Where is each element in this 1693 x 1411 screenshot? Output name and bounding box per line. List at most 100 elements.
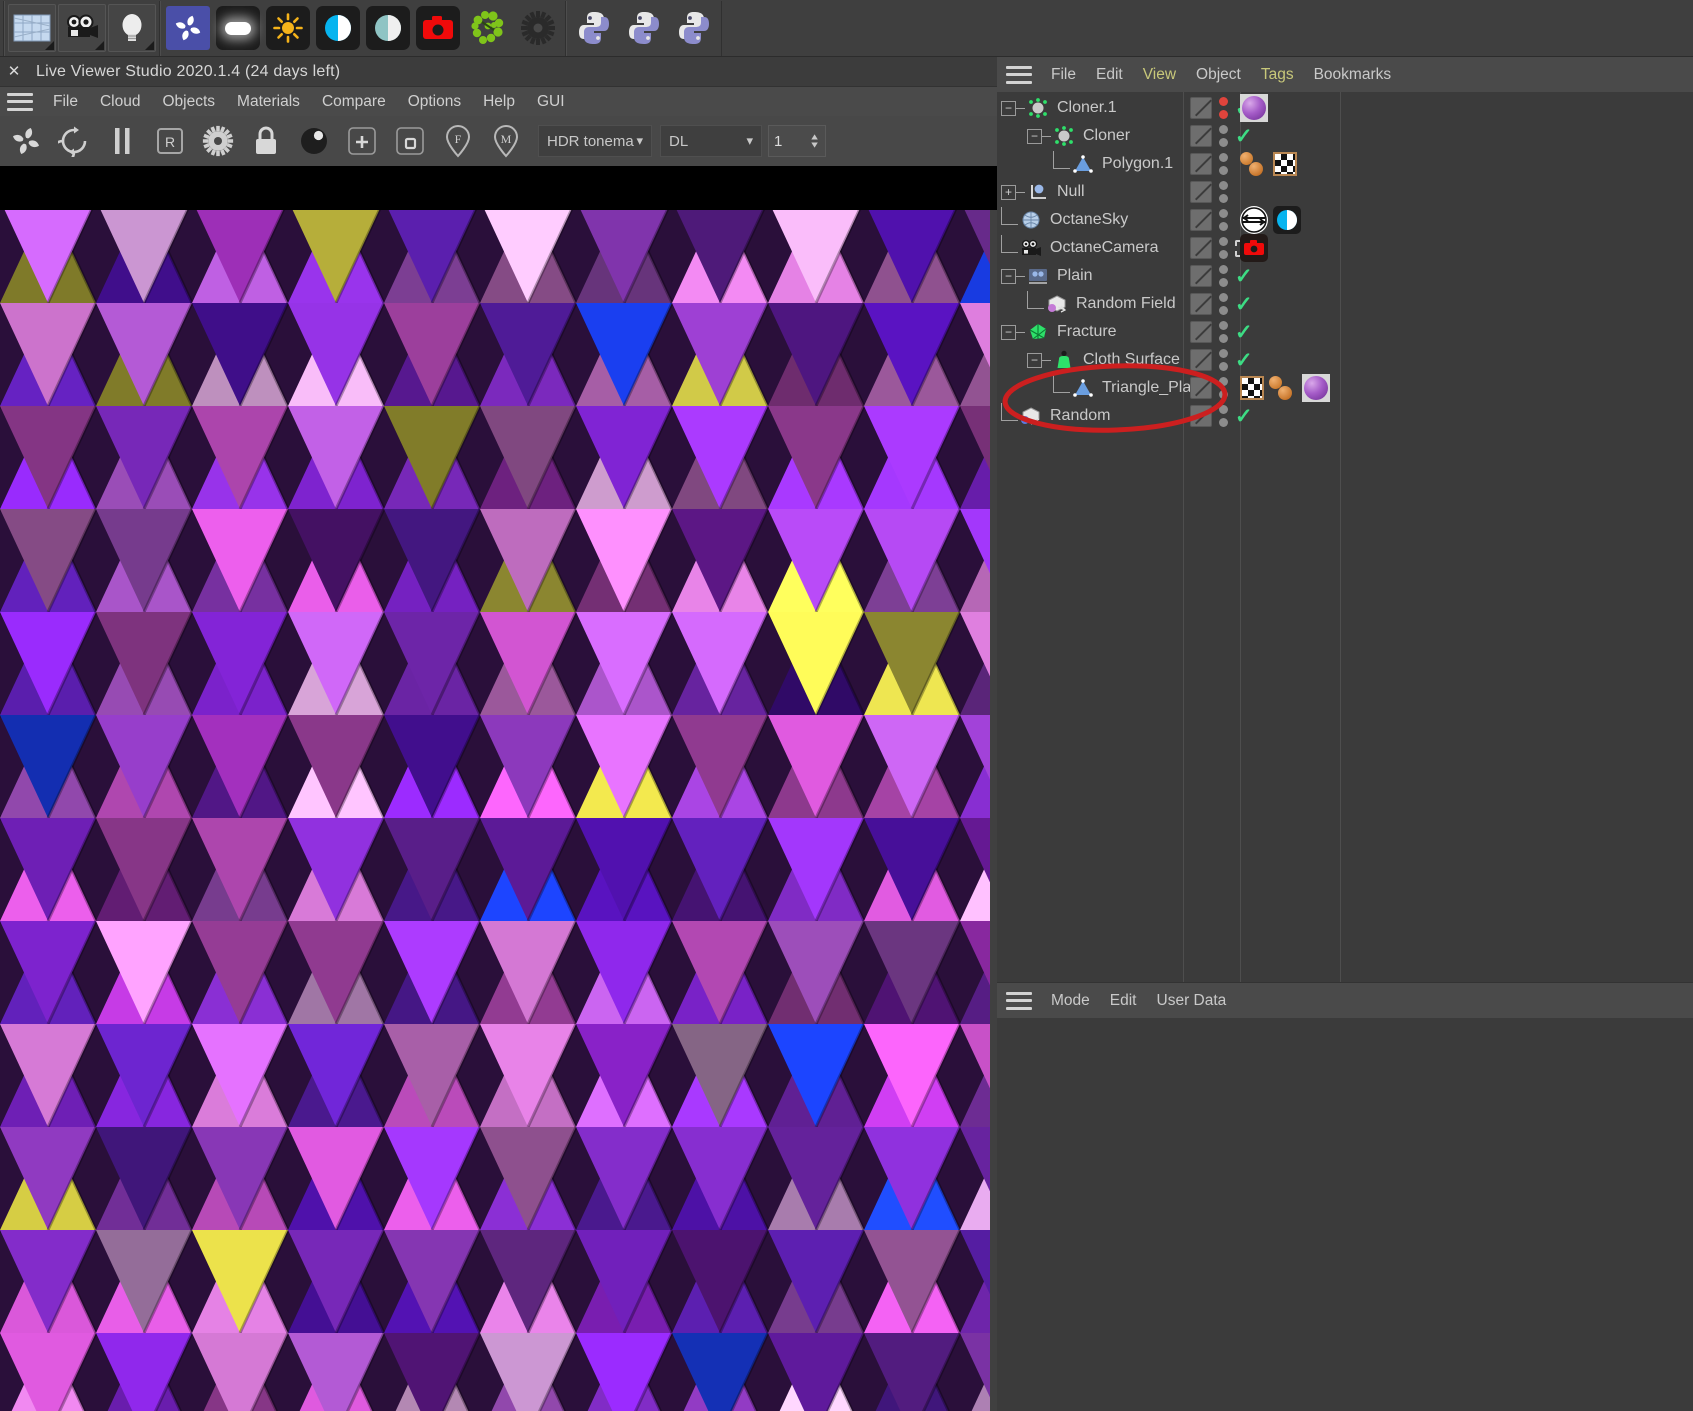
visibility-dot[interactable]: [1219, 250, 1228, 259]
om-menu-bookmarks[interactable]: Bookmarks: [1304, 66, 1402, 84]
layer-chip[interactable]: [1190, 349, 1212, 371]
python-script-1-icon[interactable]: [570, 4, 618, 52]
menu-objects[interactable]: Objects: [151, 93, 226, 111]
visibility-dots[interactable]: [1219, 97, 1228, 119]
visibility-dot[interactable]: [1219, 222, 1228, 231]
object-name-label[interactable]: OctaneCamera: [1044, 239, 1159, 257]
region-render-icon[interactable]: R: [146, 119, 194, 163]
visibility-dot[interactable]: [1219, 237, 1228, 246]
sphere-material-thumb[interactable]: [1302, 374, 1330, 402]
visibility-dot[interactable]: [1219, 349, 1228, 358]
light-bulb-icon[interactable]: [108, 4, 156, 52]
object-pick-icon[interactable]: [386, 119, 434, 163]
object-row[interactable]: − Cloner ✓: [997, 122, 1693, 150]
daylight-tag[interactable]: [1240, 206, 1268, 234]
object-row[interactable]: OctaneCamera: [997, 234, 1693, 262]
collapse-icon[interactable]: −: [1001, 100, 1016, 116]
layer-chip[interactable]: [1190, 377, 1212, 399]
am-menu-user-data[interactable]: User Data: [1147, 992, 1237, 1010]
visibility-dot[interactable]: [1219, 194, 1228, 203]
enabled-check-icon[interactable]: ✓: [1235, 266, 1253, 287]
python-script-2-icon[interactable]: [620, 4, 668, 52]
enabled-check-icon[interactable]: ✓: [1235, 126, 1253, 147]
visibility-dot[interactable]: [1219, 138, 1228, 147]
render-start-icon[interactable]: [2, 119, 50, 163]
visibility-dots[interactable]: [1219, 405, 1228, 427]
enabled-check-icon[interactable]: ✓: [1235, 294, 1253, 315]
tonemap-select[interactable]: HDR tonema ▾: [538, 125, 652, 157]
two-spheres-icon[interactable]: [1269, 375, 1297, 401]
visibility-dots[interactable]: [1219, 181, 1228, 203]
object-row[interactable]: −Cloner.1✓: [997, 94, 1693, 122]
visibility-dots[interactable]: [1219, 125, 1228, 147]
visibility-dots[interactable]: [1219, 321, 1228, 343]
camera-icon[interactable]: [58, 4, 106, 52]
object-row[interactable]: Random ✓: [997, 402, 1693, 430]
sphere-material-thumb[interactable]: [1240, 94, 1268, 122]
object-name-label[interactable]: Polygon.1: [1096, 155, 1173, 173]
focus-picker-icon[interactable]: F: [434, 119, 482, 163]
octane-hdri-env-icon[interactable]: [314, 4, 362, 52]
object-name-label[interactable]: Fracture: [1051, 323, 1117, 341]
hamburger-menu-icon[interactable]: [1006, 991, 1032, 1010]
visibility-dot[interactable]: [1219, 125, 1228, 134]
render-preview-triangular-wall[interactable]: [0, 210, 990, 1411]
menu-gui[interactable]: GUI: [526, 93, 576, 111]
lock-resolution-icon[interactable]: [242, 119, 290, 163]
octane-texture-env-icon[interactable]: [364, 4, 412, 52]
enabled-check-icon[interactable]: ✓: [1235, 406, 1253, 427]
collapse-icon[interactable]: −: [1027, 128, 1042, 144]
close-icon[interactable]: ✕: [6, 64, 22, 79]
collapse-icon[interactable]: −: [1001, 324, 1016, 340]
visibility-dot[interactable]: [1219, 390, 1228, 399]
visibility-dots[interactable]: [1219, 237, 1228, 259]
stepper-arrows-icon[interactable]: ▲ ▼: [809, 133, 820, 150]
object-row[interactable]: Triangle_Plane: [997, 374, 1693, 402]
visibility-dot[interactable]: [1219, 418, 1228, 427]
object-name-label[interactable]: Cloner: [1077, 127, 1130, 145]
om-menu-edit[interactable]: Edit: [1086, 66, 1133, 84]
material-preview-icon[interactable]: [290, 119, 338, 163]
object-name-label[interactable]: Cloth Surface: [1077, 351, 1180, 369]
object-row[interactable]: Polygon.1: [997, 150, 1693, 178]
octane-camera-icon[interactable]: [414, 4, 462, 52]
visibility-dot[interactable]: [1219, 293, 1228, 302]
render-settings-icon[interactable]: [194, 119, 242, 163]
hdri-env-tag[interactable]: [1273, 206, 1301, 234]
collapse-icon[interactable]: −: [1027, 352, 1042, 368]
expand-icon[interactable]: +: [1001, 184, 1016, 200]
object-row[interactable]: − Plain ✓: [997, 262, 1693, 290]
visibility-dot[interactable]: [1219, 278, 1228, 287]
object-name-label[interactable]: Random Field: [1070, 295, 1176, 313]
layer-chip[interactable]: [1190, 321, 1212, 343]
python-script-3-icon[interactable]: [670, 4, 718, 52]
visibility-dot[interactable]: [1219, 97, 1228, 106]
enabled-check-icon[interactable]: ✓: [1235, 322, 1253, 343]
enabled-check-icon[interactable]: ✓: [1235, 350, 1253, 371]
menu-options[interactable]: Options: [397, 93, 472, 111]
object-row[interactable]: − Cloth Surface ✓: [997, 346, 1693, 374]
layer-chip[interactable]: [1190, 97, 1212, 119]
visibility-dots[interactable]: [1219, 153, 1228, 175]
material-picker-icon[interactable]: M: [482, 119, 530, 163]
menu-cloud[interactable]: Cloud: [89, 93, 152, 111]
object-name-label[interactable]: OctaneSky: [1044, 211, 1128, 229]
two-spheres-icon[interactable]: [1240, 151, 1268, 177]
om-menu-file[interactable]: File: [1041, 66, 1086, 84]
visibility-dot[interactable]: [1219, 321, 1228, 330]
kernel-select[interactable]: DL ▾: [660, 125, 762, 157]
visibility-dot[interactable]: [1219, 362, 1228, 371]
checker-texture-tag[interactable]: [1273, 152, 1297, 176]
menu-file[interactable]: File: [42, 93, 89, 111]
object-name-label[interactable]: Null: [1051, 183, 1085, 201]
object-name-label[interactable]: Plain: [1051, 267, 1093, 285]
visibility-dots[interactable]: [1219, 377, 1228, 399]
layer-chip[interactable]: [1190, 181, 1212, 203]
camera-tag[interactable]: [1240, 234, 1268, 262]
visibility-dot[interactable]: [1219, 405, 1228, 414]
layer-chip[interactable]: [1190, 209, 1212, 231]
visibility-dots[interactable]: [1219, 209, 1228, 231]
om-menu-object[interactable]: Object: [1186, 66, 1251, 84]
om-menu-tags[interactable]: Tags: [1251, 66, 1304, 84]
layer-chip[interactable]: [1190, 237, 1212, 259]
